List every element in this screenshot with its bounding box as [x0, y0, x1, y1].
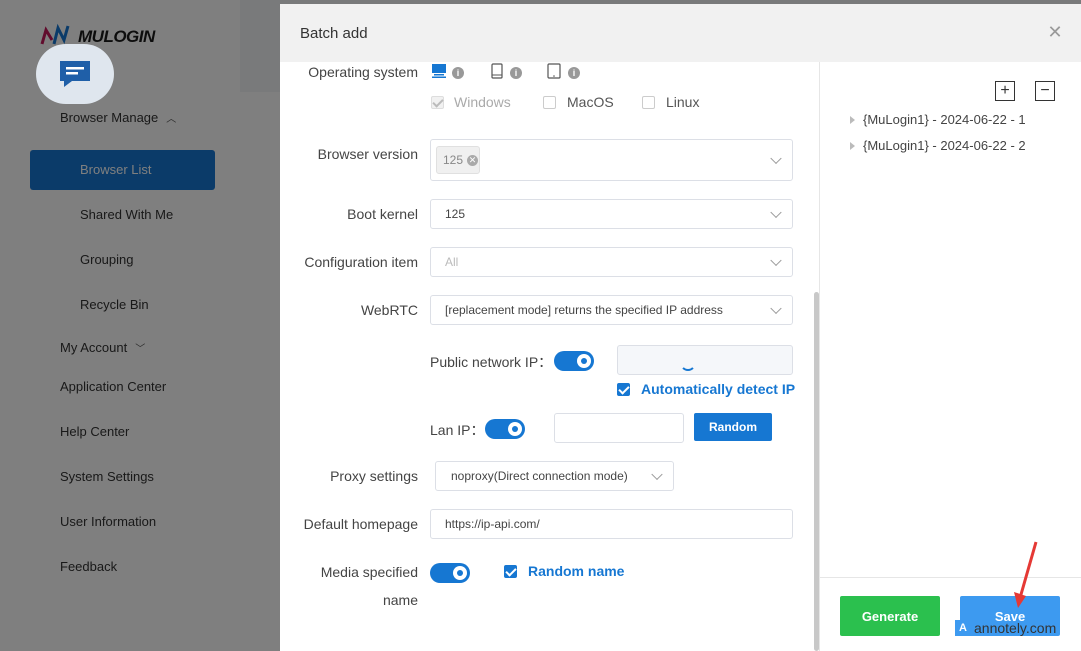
webrtc-select[interactable]: [replacement mode] returns the specified…	[430, 295, 793, 325]
webrtc-label: WebRTC	[360, 302, 418, 318]
configuration-item-select[interactable]: All	[430, 247, 793, 277]
tablet-icon[interactable]	[546, 63, 562, 79]
tree-item[interactable]: {MuLogin1} - 2024-06-22 - 2	[850, 138, 1026, 153]
chevron-down-icon	[770, 152, 782, 165]
auto-detect-ip-checkbox[interactable]	[617, 383, 630, 396]
random-name-label: Random name	[528, 563, 625, 579]
os-linux-label: Linux	[666, 94, 700, 110]
generate-button[interactable]: Generate	[840, 596, 940, 636]
caret-right-icon	[850, 141, 855, 150]
browser-version-tag-label: 125	[443, 153, 464, 167]
desktop-icon[interactable]	[431, 63, 447, 79]
expand-all-button[interactable]: +	[995, 81, 1015, 101]
chat-icon	[60, 61, 90, 87]
modal-title: Batch add	[300, 24, 368, 42]
chevron-down-icon	[770, 302, 782, 315]
media-specified-name-toggle[interactable]	[430, 563, 470, 583]
info-icon[interactable]: i	[452, 67, 464, 79]
panel-divider	[819, 62, 820, 651]
watermark-text: annotely.com	[974, 620, 1057, 636]
media-specified-name-label: Media specified	[320, 564, 418, 580]
auto-detect-ip-label: Automatically detect IP	[641, 381, 796, 397]
default-homepage-value: https://ip-api.com/	[445, 517, 540, 531]
proxy-settings-select[interactable]: noproxy(Direct connection mode)	[435, 461, 674, 491]
os-macos-label: MacOS	[567, 94, 614, 110]
webrtc-value: [replacement mode] returns the specified…	[445, 303, 723, 317]
configuration-item-label: Configuration item	[304, 254, 418, 270]
public-network-ip-label: Public network IP：	[430, 354, 553, 370]
proxy-settings-value: noproxy(Direct connection mode)	[451, 469, 628, 483]
public-network-ip-input[interactable]	[617, 345, 793, 375]
browser-version-label: Browser version	[317, 146, 418, 162]
browser-version-tag: 125 ✕	[436, 146, 480, 174]
os-windows-label: Windows	[454, 94, 511, 110]
close-icon[interactable]: ✕	[1047, 23, 1063, 41]
loading-spinner-icon	[680, 355, 696, 371]
watermark: A annotely.com	[955, 620, 1056, 636]
footer-divider	[820, 577, 1081, 578]
boot-kernel-select[interactable]: 125	[430, 199, 793, 229]
configuration-item-value: All	[445, 255, 459, 269]
chat-button[interactable]	[36, 44, 114, 104]
chevron-down-icon	[651, 468, 663, 481]
boot-kernel-label: Boot kernel	[347, 206, 418, 222]
lan-ip-label: Lan IP：	[430, 422, 485, 438]
mobile-icon[interactable]	[489, 63, 505, 79]
collapse-all-button[interactable]: −	[1035, 81, 1055, 101]
chevron-down-icon	[770, 254, 782, 267]
operating-system-label: Operating system	[308, 64, 418, 80]
tree-item-label: {MuLogin1} - 2024-06-22 - 1	[863, 112, 1026, 127]
chevron-down-icon	[770, 206, 782, 219]
default-homepage-label: Default homepage	[303, 516, 418, 532]
random-button[interactable]: Random	[694, 413, 772, 441]
random-name-checkbox[interactable]	[504, 565, 517, 578]
info-icon[interactable]: i	[510, 67, 522, 79]
public-network-ip-toggle[interactable]	[554, 351, 594, 371]
media-specified-name-label-2: name	[382, 592, 418, 608]
tag-remove-icon[interactable]: ✕	[467, 154, 479, 166]
os-macos-checkbox[interactable]	[543, 96, 556, 109]
tree-item-label: {MuLogin1} - 2024-06-22 - 2	[863, 138, 1026, 153]
lan-ip-toggle[interactable]	[485, 419, 525, 439]
modal-header: Batch add ✕	[280, 4, 1081, 62]
info-icon[interactable]: i	[568, 67, 580, 79]
os-windows-checkbox[interactable]	[431, 96, 444, 109]
boot-kernel-value: 125	[445, 207, 466, 221]
tree-item[interactable]: {MuLogin1} - 2024-06-22 - 1	[850, 112, 1026, 127]
default-homepage-input[interactable]: https://ip-api.com/	[430, 509, 793, 539]
annotation-arrow-icon	[1014, 541, 1038, 608]
watermark-badge: A	[955, 620, 971, 636]
lan-ip-input[interactable]	[554, 413, 684, 443]
proxy-settings-label: Proxy settings	[330, 468, 418, 484]
browser-version-select[interactable]	[430, 139, 793, 181]
os-linux-checkbox[interactable]	[642, 96, 655, 109]
caret-right-icon	[850, 115, 855, 124]
